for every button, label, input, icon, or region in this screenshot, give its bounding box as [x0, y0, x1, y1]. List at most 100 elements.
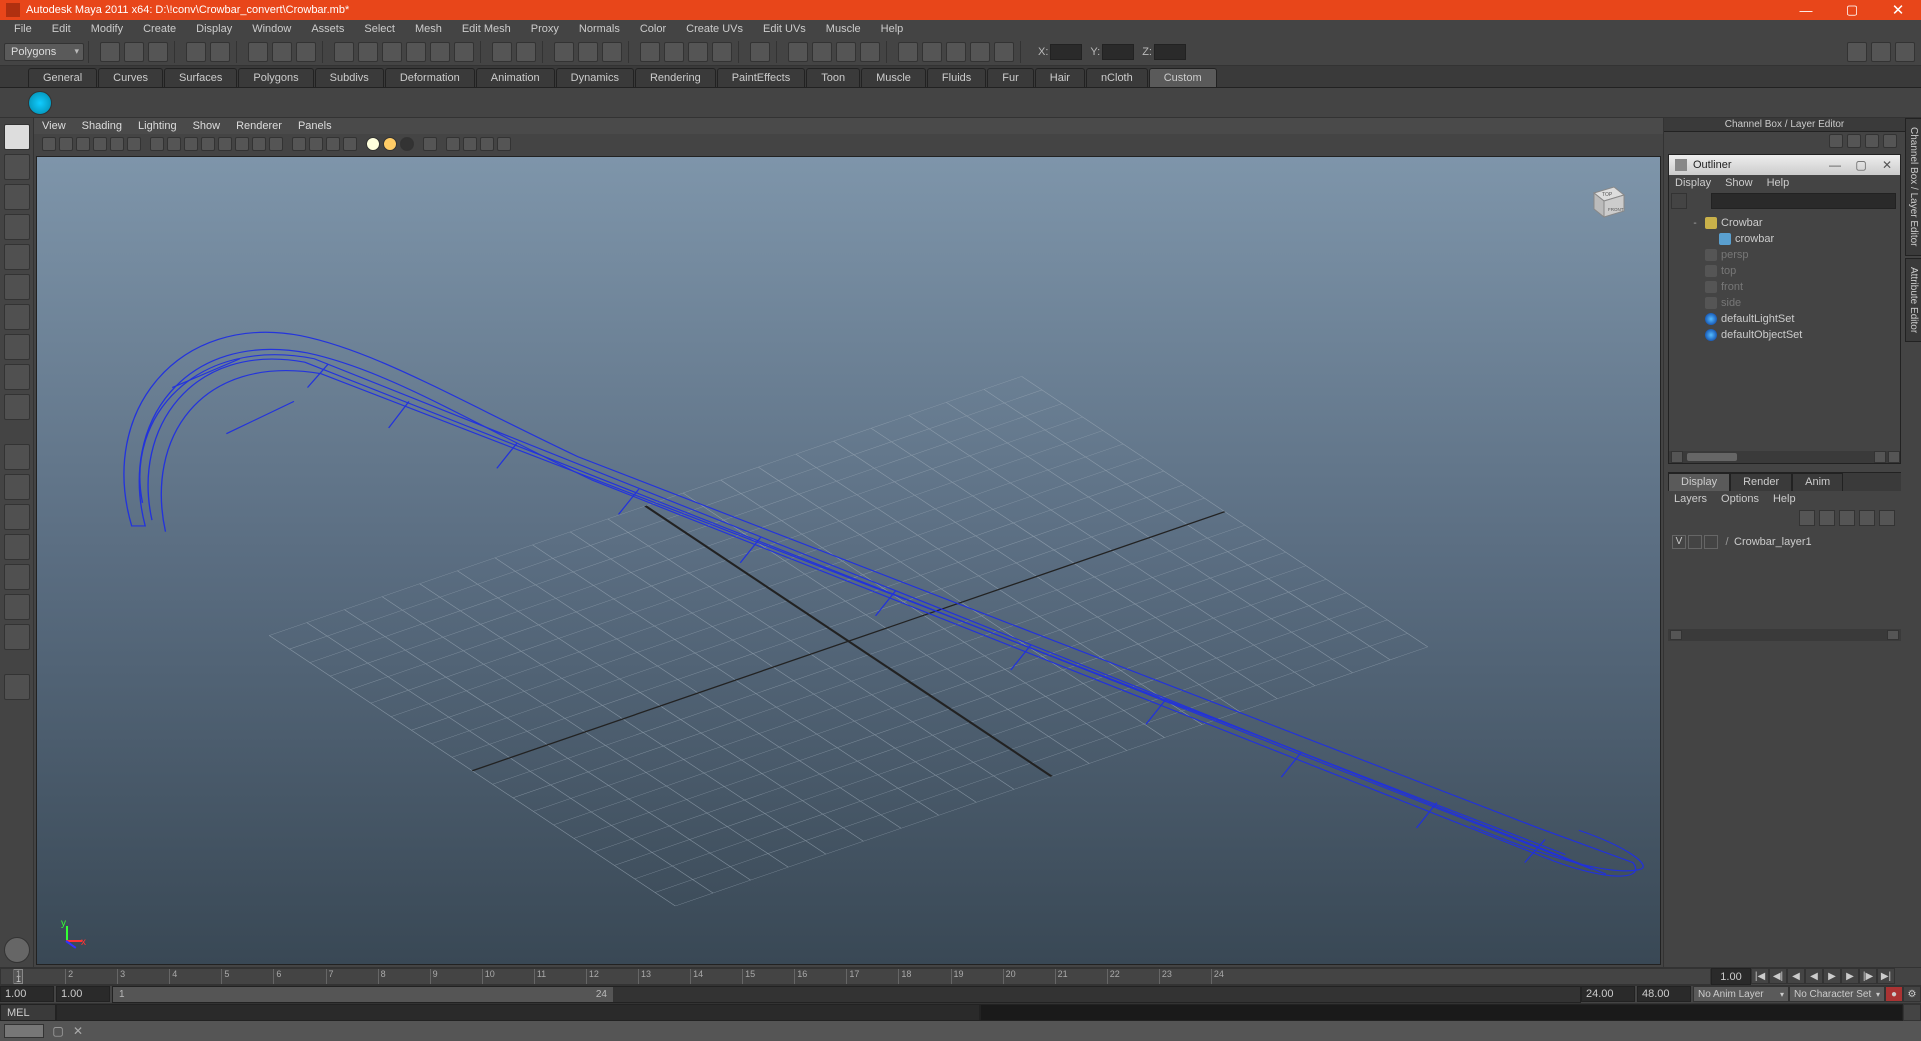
shelf-tab-toon[interactable]: Toon [806, 68, 860, 87]
render-frame-icon[interactable] [554, 42, 574, 62]
coord-y-input[interactable] [1102, 44, 1134, 60]
panel-icon-18[interactable] [343, 137, 357, 151]
layout-icon-1[interactable] [788, 42, 808, 62]
select-hierarchy-icon[interactable] [248, 42, 268, 62]
layout-two-side-icon[interactable] [4, 504, 30, 530]
snap-plane-icon[interactable] [406, 42, 426, 62]
edge-tab-channel-box[interactable]: Channel Box / Layer Editor [1905, 118, 1921, 256]
panel-icon-3[interactable] [76, 137, 90, 151]
layer-scroll-left-icon[interactable] [1670, 630, 1682, 640]
menu-modify[interactable]: Modify [81, 23, 133, 35]
menu-help[interactable]: Help [871, 23, 914, 35]
command-input[interactable] [56, 1004, 980, 1021]
rotate-tool-icon[interactable] [4, 244, 30, 270]
outliner-scrollbar[interactable] [1669, 451, 1900, 463]
last-tool-icon[interactable] [4, 394, 30, 420]
play-start-icon[interactable]: |◀ [1751, 968, 1769, 984]
new-scene-icon[interactable] [100, 42, 120, 62]
history-off-icon[interactable] [516, 42, 536, 62]
outliner-tree[interactable]: -CrowbarcrowbarpersptopfrontsidedefaultL… [1669, 211, 1900, 451]
layer-scroll-right-icon[interactable] [1887, 630, 1899, 640]
shelf-tab-subdivs[interactable]: Subdivs [315, 68, 384, 87]
snap-point-icon[interactable] [382, 42, 402, 62]
outliner-item-defaultobjectset[interactable]: defaultObjectSet [1675, 327, 1894, 343]
outliner-expand-all-icon[interactable] [1671, 193, 1687, 209]
anim-end-field[interactable]: 48.00 [1637, 986, 1691, 1002]
outliner-minimize-icon[interactable]: — [1822, 158, 1848, 172]
menu-display[interactable]: Display [186, 23, 242, 35]
range-track[interactable]: 1 24 [112, 986, 1581, 1003]
outliner-item-side[interactable]: side [1675, 295, 1894, 311]
outliner-item-top[interactable]: top [1675, 263, 1894, 279]
select-component-icon[interactable] [296, 42, 316, 62]
shelf-tab-dynamics[interactable]: Dynamics [556, 68, 634, 87]
menu-create-uvs[interactable]: Create UVs [676, 23, 753, 35]
input-line-op1-icon[interactable] [640, 42, 660, 62]
close-button[interactable]: ✕ [1875, 0, 1921, 20]
snap-grid-icon[interactable] [334, 42, 354, 62]
undo-icon[interactable] [186, 42, 206, 62]
time-slider[interactable]: 1 12345678910111213141516171819202122232… [0, 967, 1921, 985]
snap-curve-icon[interactable] [358, 42, 378, 62]
misc-icon-5[interactable] [994, 42, 1014, 62]
step-fwd-key-icon[interactable]: |▶ [1859, 968, 1877, 984]
show-manip-icon[interactable] [4, 364, 30, 390]
layer-add-icon[interactable] [1799, 510, 1815, 526]
scroll-right2-icon[interactable] [1888, 451, 1900, 463]
outliner-search-input[interactable] [1711, 193, 1896, 209]
layer-menu-help[interactable]: Help [1773, 493, 1796, 505]
outliner-item-crowbar[interactable]: -Crowbar [1675, 215, 1894, 231]
lock-icon[interactable] [750, 42, 770, 62]
snap-live-icon[interactable] [430, 42, 450, 62]
shelf-tab-animation[interactable]: Animation [476, 68, 555, 87]
shelf-check-icon[interactable] [28, 91, 52, 115]
misc-icon-2[interactable] [922, 42, 942, 62]
outliner-menu-display[interactable]: Display [1675, 177, 1711, 189]
select-object-icon[interactable] [272, 42, 292, 62]
edge-tab-attribute-editor[interactable]: Attribute Editor [1905, 258, 1921, 342]
layer-row-crowbar_layer1[interactable]: V/Crowbar_layer1 [1672, 533, 1897, 551]
shelf-tab-surfaces[interactable]: Surfaces [164, 68, 237, 87]
layout-icon-2[interactable] [812, 42, 832, 62]
outliner-item-persp[interactable]: persp [1675, 247, 1894, 263]
open-scene-icon[interactable] [124, 42, 144, 62]
layer-new-icon[interactable] [1859, 510, 1875, 526]
script-editor-icon[interactable] [1903, 1004, 1921, 1021]
layer-down-icon[interactable] [1839, 510, 1855, 526]
panel-icon-6[interactable] [127, 137, 141, 151]
panel-icon-2[interactable] [59, 137, 73, 151]
layout-icon-4[interactable] [860, 42, 880, 62]
outliner-titlebar[interactable]: Outliner — ▢ ✕ [1669, 155, 1900, 175]
bottom-tab-1[interactable] [4, 1024, 44, 1038]
panel-menu-renderer[interactable]: Renderer [236, 120, 282, 132]
misc-icon-1[interactable] [898, 42, 918, 62]
prefs-icon[interactable]: ⚙ [1903, 986, 1921, 1002]
outliner-menu-help[interactable]: Help [1767, 177, 1790, 189]
panel-icon-14[interactable] [269, 137, 283, 151]
panel-icon-5[interactable] [110, 137, 124, 151]
bottom-tab-close-icon[interactable]: ✕ [68, 1024, 88, 1038]
menu-file[interactable]: File [4, 23, 42, 35]
menu-color[interactable]: Color [630, 23, 676, 35]
soft-mod-tool-icon[interactable] [4, 334, 30, 360]
layer-tab-display[interactable]: Display [1668, 473, 1730, 491]
panel-icon-13[interactable] [252, 137, 266, 151]
panel-icon-15[interactable] [292, 137, 306, 151]
panel-light-1[interactable] [366, 137, 380, 151]
minimize-button[interactable]: — [1783, 0, 1829, 20]
channel-icon-2[interactable] [1847, 134, 1861, 148]
shelf-tab-custom[interactable]: Custom [1149, 68, 1217, 87]
panel-icon-21[interactable] [463, 137, 477, 151]
command-lang-label[interactable]: MEL [0, 1004, 56, 1021]
menu-muscle[interactable]: Muscle [816, 23, 871, 35]
panel-icon-12[interactable] [235, 137, 249, 151]
menu-normals[interactable]: Normals [569, 23, 630, 35]
redo-icon[interactable] [210, 42, 230, 62]
anim-start-field[interactable]: 1.00 [0, 986, 54, 1002]
universal-manip-icon[interactable] [4, 304, 30, 330]
layout-custom-icon[interactable] [4, 674, 30, 700]
menu-proxy[interactable]: Proxy [521, 23, 569, 35]
panel-icon-4[interactable] [93, 137, 107, 151]
shelf-tab-curves[interactable]: Curves [98, 68, 163, 87]
layer-new-sel-icon[interactable] [1879, 510, 1895, 526]
